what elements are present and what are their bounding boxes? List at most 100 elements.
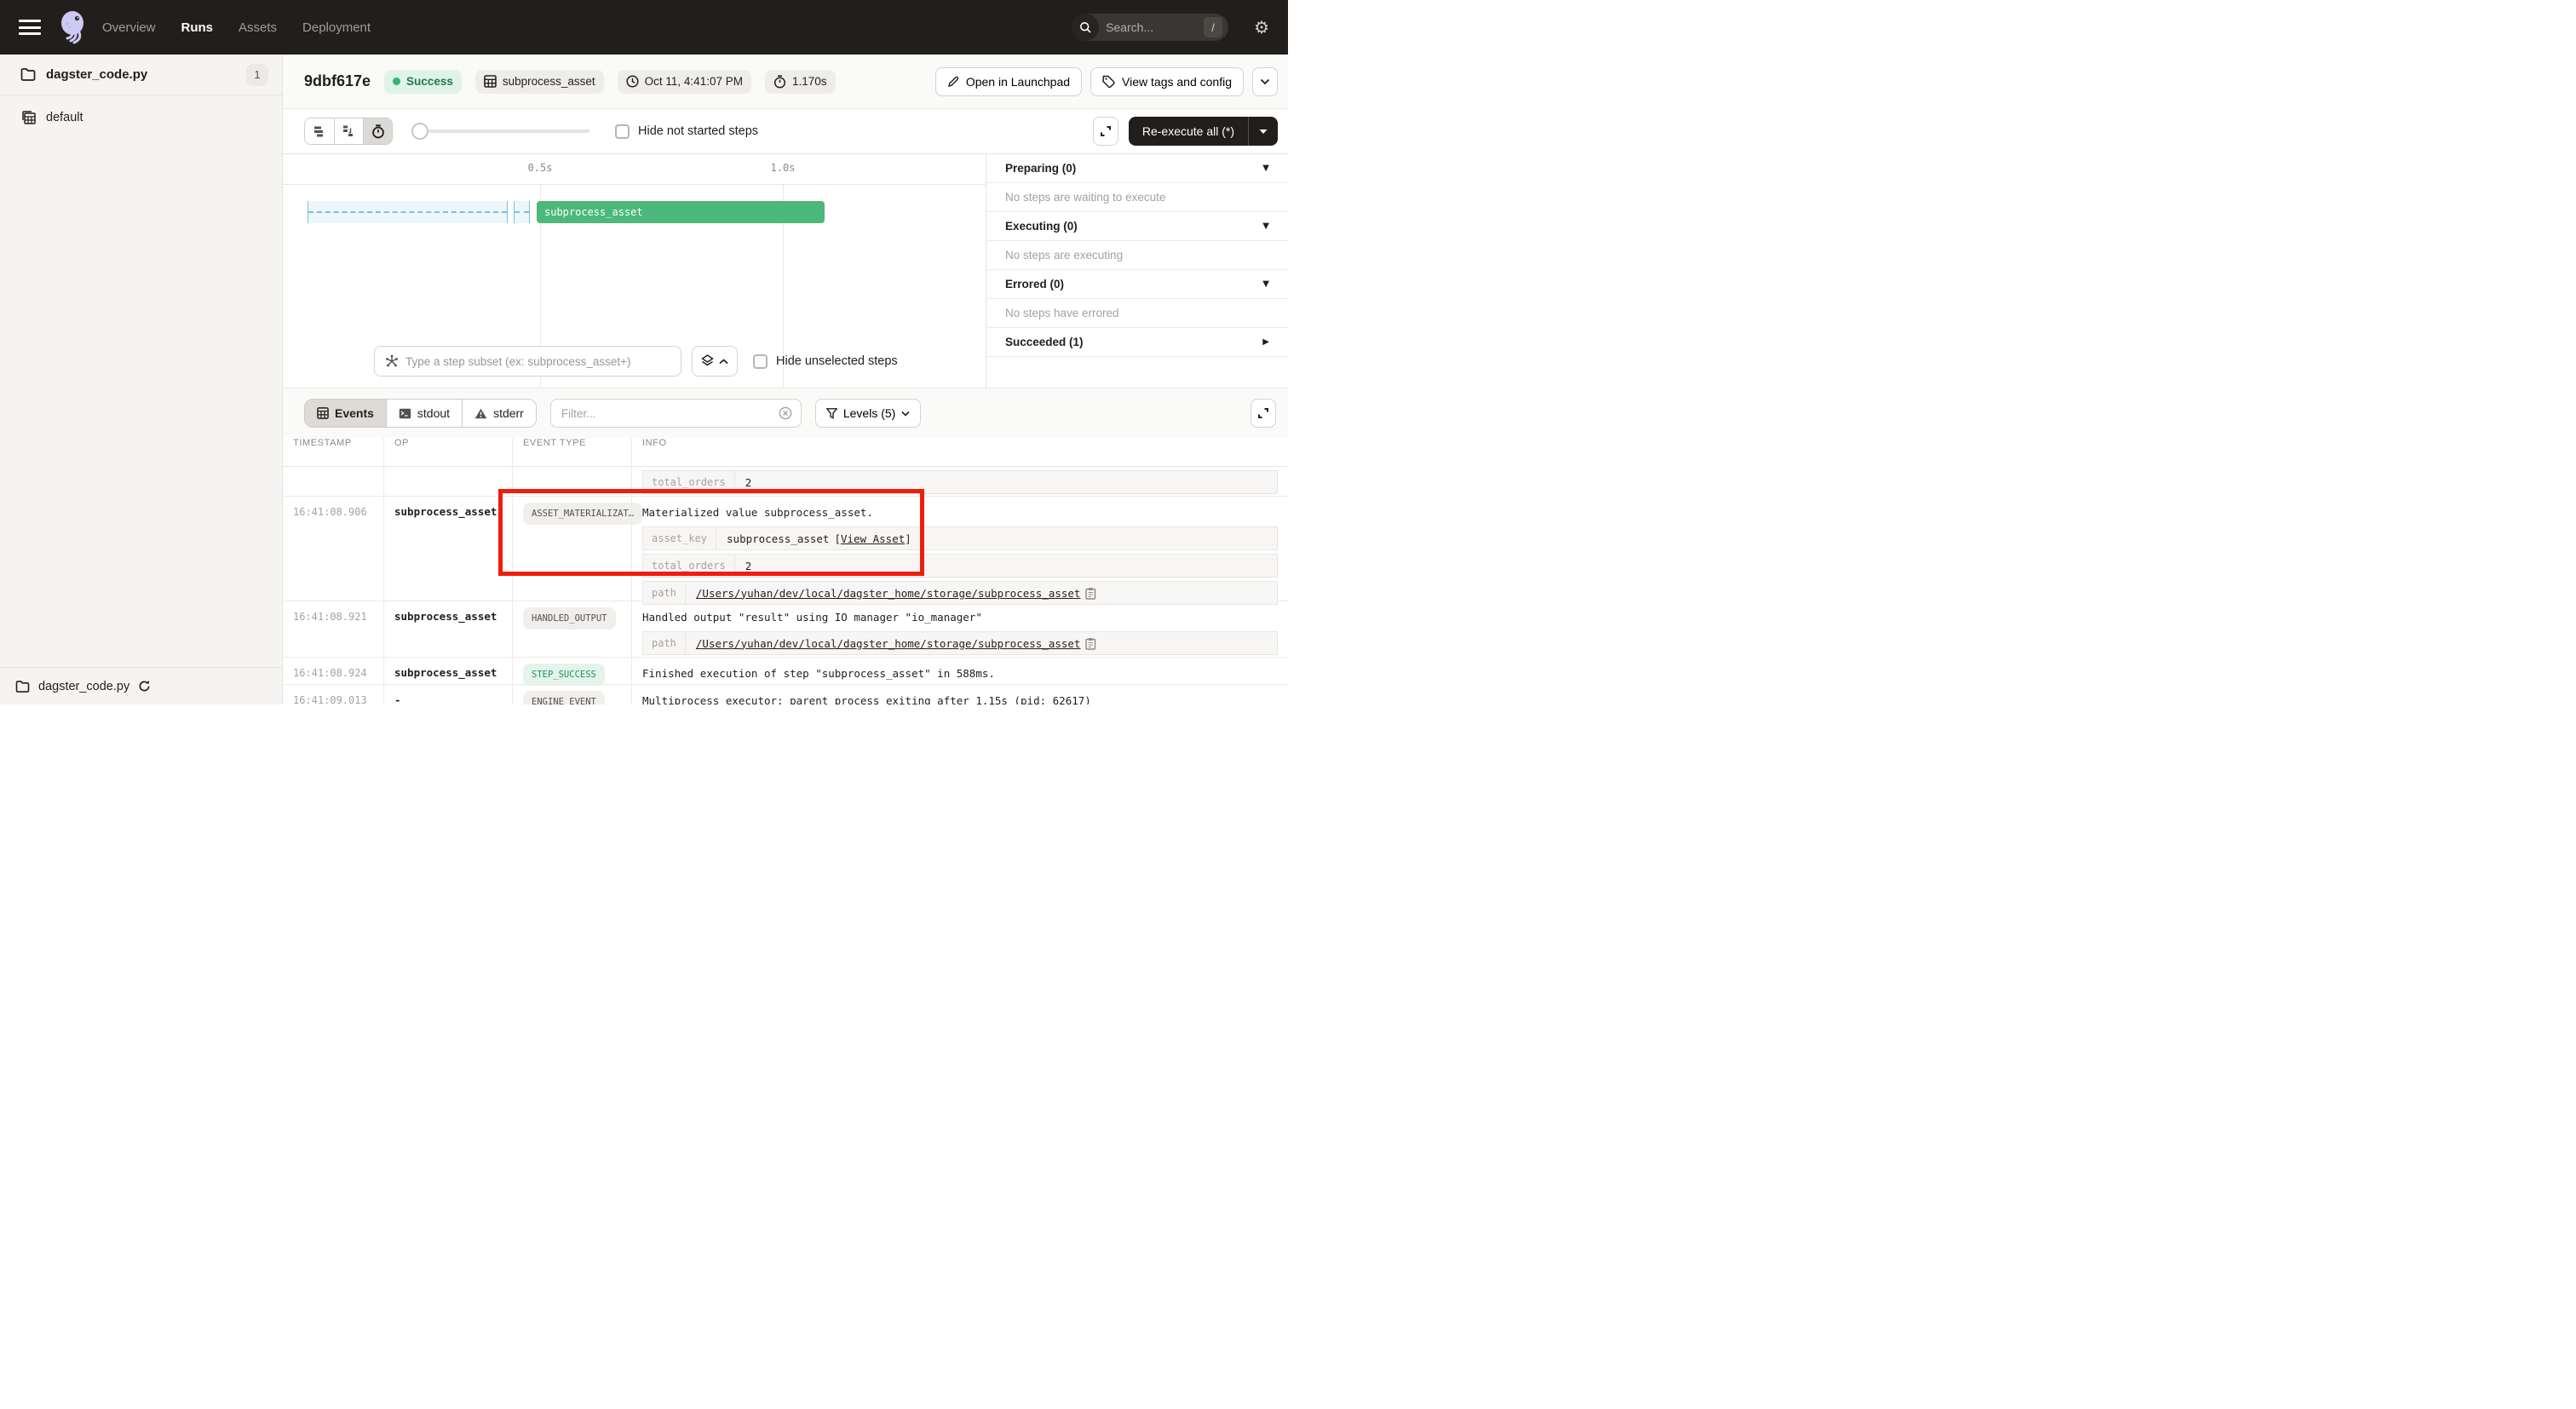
- log-fullscreen-button[interactable]: [1251, 399, 1276, 428]
- status-section-preparing[interactable]: Preparing (0) ▼: [986, 154, 1288, 183]
- nav-item-overview[interactable]: Overview: [102, 20, 156, 35]
- top-nav: Overview Runs Assets Deployment Search..…: [0, 0, 1288, 55]
- op-selector-icon: [385, 354, 399, 368]
- nav-item-runs[interactable]: Runs: [181, 20, 214, 35]
- column-header-info: INFO: [631, 438, 1288, 466]
- search-input[interactable]: Search... /: [1072, 14, 1228, 41]
- dagster-logo-icon[interactable]: [56, 9, 90, 46]
- funnel-icon: [826, 408, 837, 419]
- tab-stdout[interactable]: stdout: [386, 400, 462, 427]
- job-grid-icon: [22, 111, 36, 124]
- status-section-errored[interactable]: Errored (0) ▼: [986, 270, 1288, 299]
- column-header-op: OP: [383, 438, 512, 466]
- event-op: subprocess_asset: [394, 610, 497, 623]
- metadata-key: total_orders: [643, 555, 735, 577]
- event-row[interactable]: 16:41:09.013 - ENGINE_EVENT Multiprocess…: [283, 685, 1288, 704]
- search-placeholder: Search...: [1099, 20, 1204, 34]
- log-filter-input[interactable]: [561, 407, 779, 420]
- metadata-value: 2: [735, 471, 762, 493]
- graph-options-button[interactable]: [692, 346, 738, 377]
- copy-icon[interactable]: [1085, 637, 1096, 650]
- triangle-collapse-icon: ▼: [1262, 164, 1269, 173]
- gantt-fullscreen-button[interactable]: [1093, 117, 1118, 146]
- step-subset-input-wrap: [374, 346, 681, 377]
- levels-filter-button[interactable]: Levels (5): [815, 399, 921, 428]
- copy-icon[interactable]: [1085, 587, 1096, 600]
- path-link[interactable]: /Users/yuhan/dev/local/dagster_home/stor…: [696, 587, 1081, 600]
- flat-view-button[interactable]: [305, 118, 334, 144]
- metadata-value: subprocess_asset [View Asset]: [716, 527, 922, 549]
- event-timestamp: 16:41:08.906: [293, 506, 367, 518]
- run-header-more-button[interactable]: [1252, 67, 1278, 96]
- event-op: -: [394, 693, 401, 704]
- waterfall-view-icon: [342, 125, 355, 137]
- timeline-tick: 1.0s: [771, 162, 796, 174]
- search-shortcut-badge: /: [1204, 17, 1222, 37]
- folder-icon: [20, 68, 36, 81]
- status-section-executing[interactable]: Executing (0) ▼: [986, 212, 1288, 241]
- nav-item-assets[interactable]: Assets: [239, 20, 277, 35]
- chevron-up-icon: [719, 359, 728, 365]
- hide-unselected-checkbox[interactable]: [753, 354, 768, 369]
- sidebar: dagster_code.py 1 default dagster_code.p…: [0, 55, 283, 704]
- reexecute-caret-button[interactable]: [1248, 117, 1278, 146]
- main-content: 9dbf617e Success subprocess_asset Oct 11…: [283, 55, 1288, 704]
- log-tabs: Events stdout stderr: [304, 399, 537, 428]
- event-type-badge: STEP_SUCCESS: [523, 664, 605, 686]
- asset-tag-badge[interactable]: subprocess_asset: [475, 70, 604, 94]
- view-tags-config-button[interactable]: View tags and config: [1090, 67, 1244, 96]
- event-op: subprocess_asset: [394, 666, 497, 679]
- event-row[interactable]: 16:41:08.921 subprocess_asset HANDLED_OU…: [283, 601, 1288, 658]
- event-row[interactable]: 16:41:08.924 subprocess_asset STEP_SUCCE…: [283, 658, 1288, 685]
- view-asset-link[interactable]: View Asset: [841, 532, 905, 545]
- triangle-expand-icon: ▶: [1262, 337, 1269, 347]
- event-message: Materialized value subprocess_asset.: [642, 504, 1288, 521]
- gantt-timeline: 0.5s 1.0s: [283, 154, 986, 185]
- gantt-chart: 0.5s 1.0s subprocess_asset: [283, 154, 986, 388]
- job-label: default: [46, 111, 83, 124]
- metadata-entry: total_orders 2: [642, 470, 1278, 494]
- nav-links: Overview Runs Assets Deployment: [102, 20, 371, 35]
- hamburger-icon[interactable]: [19, 20, 41, 35]
- waterfall-view-button[interactable]: [334, 118, 363, 144]
- refresh-icon[interactable]: [138, 680, 151, 693]
- sidebar-item-code-location[interactable]: dagster_code.py 1: [0, 55, 282, 95]
- run-datetime-badge: Oct 11, 4:41:07 PM: [618, 70, 751, 94]
- events-table: TIMESTAMP OP EVENT TYPE INFO total_order…: [283, 438, 1288, 704]
- sidebar-item-job-default[interactable]: default: [0, 101, 282, 135]
- metadata-entry: path /Users/yuhan/dev/local/dagster_home…: [642, 631, 1278, 655]
- reexecute-all-button[interactable]: Re-execute all (*): [1129, 117, 1278, 146]
- gear-icon[interactable]: ⚙: [1254, 19, 1269, 36]
- timed-view-button[interactable]: [363, 118, 392, 144]
- step-subset-row: Hide unselected steps: [374, 346, 898, 377]
- stopwatch-icon: [371, 124, 385, 139]
- metadata-key: asset_key: [643, 527, 716, 549]
- timeline-tick: 0.5s: [528, 162, 553, 174]
- zoom-slider-handle[interactable]: [411, 123, 428, 140]
- warning-icon: [474, 408, 487, 419]
- path-link[interactable]: /Users/yuhan/dev/local/dagster_home/stor…: [696, 637, 1081, 650]
- gantt-waiting-segment: [514, 201, 530, 223]
- event-type-badge: ASSET_MATERIALIZAT…: [523, 503, 642, 525]
- open-in-launchpad-button[interactable]: Open in Launchpad: [935, 67, 1082, 96]
- event-row[interactable]: 16:41:08.906 subprocess_asset ASSET_MATE…: [283, 497, 1288, 601]
- code-location-count-badge: 1: [246, 64, 268, 86]
- footer-code-location-label: dagster_code.py: [38, 680, 129, 693]
- event-timestamp: 16:41:08.924: [293, 667, 367, 679]
- chevron-down-icon: [1260, 78, 1270, 85]
- status-section-succeeded[interactable]: Succeeded (1) ▶: [986, 328, 1288, 357]
- step-subset-input[interactable]: [405, 355, 670, 368]
- zoom-slider[interactable]: [413, 129, 589, 133]
- clear-icon[interactable]: [779, 406, 792, 420]
- triangle-collapse-icon: ▼: [1262, 279, 1269, 289]
- nav-item-deployment[interactable]: Deployment: [302, 20, 371, 35]
- gantt-step-bar[interactable]: subprocess_asset: [537, 201, 825, 223]
- event-op: subprocess_asset: [394, 505, 497, 518]
- status-caption: No steps are waiting to execute: [986, 183, 1288, 212]
- step-status-panel: Preparing (0) ▼ No steps are waiting to …: [986, 154, 1288, 388]
- hide-not-started-checkbox[interactable]: [615, 124, 630, 139]
- hide-not-started-label: Hide not started steps: [638, 124, 758, 138]
- code-location-label: dagster_code.py: [46, 67, 246, 82]
- tab-stderr[interactable]: stderr: [462, 400, 536, 427]
- tab-events[interactable]: Events: [305, 400, 386, 427]
